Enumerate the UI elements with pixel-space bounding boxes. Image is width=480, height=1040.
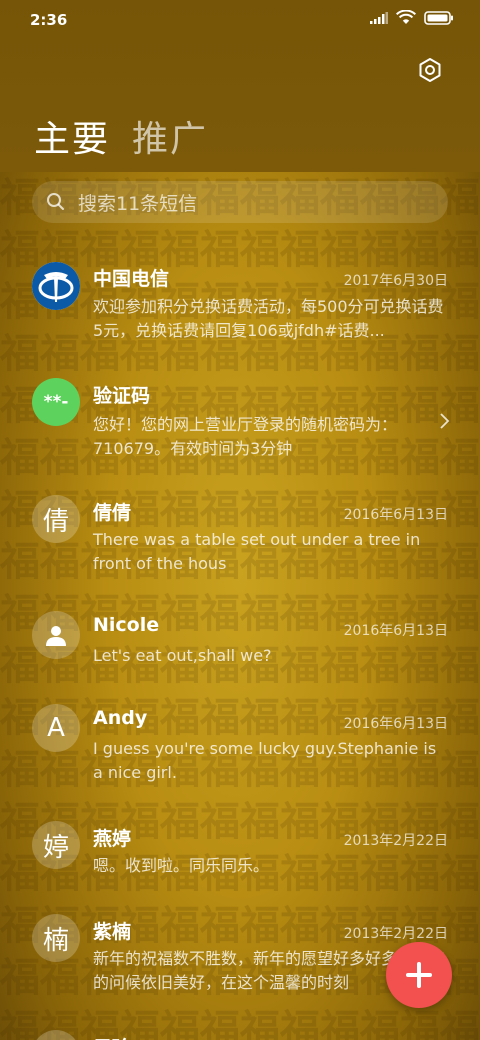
- conversation-name: Andy: [93, 707, 148, 729]
- letter-avatar: 倩: [32, 495, 80, 543]
- conversation-name: Nicole: [93, 614, 160, 636]
- conversation-preview: 欢迎参加积分兑换话费活动，每500分可兑换话费5元，兑换话费请回复106或jfd…: [93, 297, 444, 340]
- conversation-preview: I guess you're some lucky guy.Stephanie …: [93, 739, 437, 782]
- verification-avatar: **-: [32, 378, 80, 426]
- conversation-preview: There was a table set out under a tree i…: [93, 530, 421, 573]
- new-message-fab-button[interactable]: [386, 942, 452, 1008]
- tab-bar: 主要 推广: [34, 110, 208, 162]
- conversation-preview: 您好！您的网上营业厅登录的随机密码为：710679。有效时间为3分钟: [93, 415, 398, 458]
- conversation-date: 2016年6月13日: [343, 716, 448, 732]
- conversation-preview: 嗯。收到啦。同乐同乐。: [93, 856, 270, 875]
- conversation-date: 2016年6月13日: [343, 623, 448, 639]
- china-telecom-logo-icon: [32, 262, 80, 310]
- chevron-right-icon[interactable]: [438, 412, 450, 430]
- wifi-icon: [396, 10, 416, 24]
- china-telecom-logo-avatar: [32, 262, 80, 310]
- signal-icon: [370, 11, 388, 24]
- search-input[interactable]: 搜索11条短信: [32, 181, 448, 223]
- letter-avatar: [32, 1030, 80, 1040]
- person-icon: [46, 626, 66, 646]
- conversation-name: 紫楠: [93, 921, 132, 943]
- conversation-name: 子玲: [93, 1033, 131, 1040]
- letter-avatar: 婷: [32, 821, 80, 869]
- letter-avatar: 楠: [32, 914, 80, 962]
- conversation-name: 燕婷: [93, 828, 132, 850]
- conversation-item-china-telecom[interactable]: 中国电信 2017年6月30日 欢迎参加积分兑换话费活动，每500分可兑换话费5…: [0, 240, 480, 356]
- tab-promotions[interactable]: 推广: [132, 110, 208, 162]
- search-placeholder: 搜索11条短信: [78, 192, 198, 215]
- status-icons: [370, 10, 454, 25]
- battery-icon: [424, 10, 453, 25]
- tab-main[interactable]: 主要: [34, 110, 110, 162]
- letter-avatar: A: [32, 704, 80, 752]
- search-icon: [47, 193, 64, 210]
- conversation-date: 2017年6月30日: [343, 273, 448, 289]
- conversation-date: 2013年2月22日: [343, 926, 448, 942]
- conversation-date: 2013年2月22日: [343, 833, 448, 849]
- person-avatar: [32, 611, 80, 659]
- settings-gear-icon[interactable]: [416, 56, 444, 84]
- conversation-name: 中国电信: [93, 268, 170, 290]
- conversation-item-ziling[interactable]: 子玲: [0, 1008, 480, 1040]
- conversation-item-verification[interactable]: **- 验证码 您好！您的网上营业厅登录的随机密码为：710679。有效时间为3…: [0, 356, 480, 472]
- conversation-date: 2016年6月13日: [343, 507, 448, 523]
- conversation-name: 验证码: [93, 385, 151, 407]
- conversation-preview: Let's eat out,shall we?: [93, 646, 272, 665]
- status-time: 2:36: [30, 11, 68, 29]
- conversation-item-qianqian[interactable]: 倩 倩倩 2016年6月13日 There was a table set ou…: [0, 473, 480, 589]
- conversation-item-andy[interactable]: A Andy 2016年6月13日 I guess you're some lu…: [0, 682, 480, 798]
- conversation-name: 倩倩: [93, 502, 132, 524]
- status-bar: 2:36: [0, 0, 480, 40]
